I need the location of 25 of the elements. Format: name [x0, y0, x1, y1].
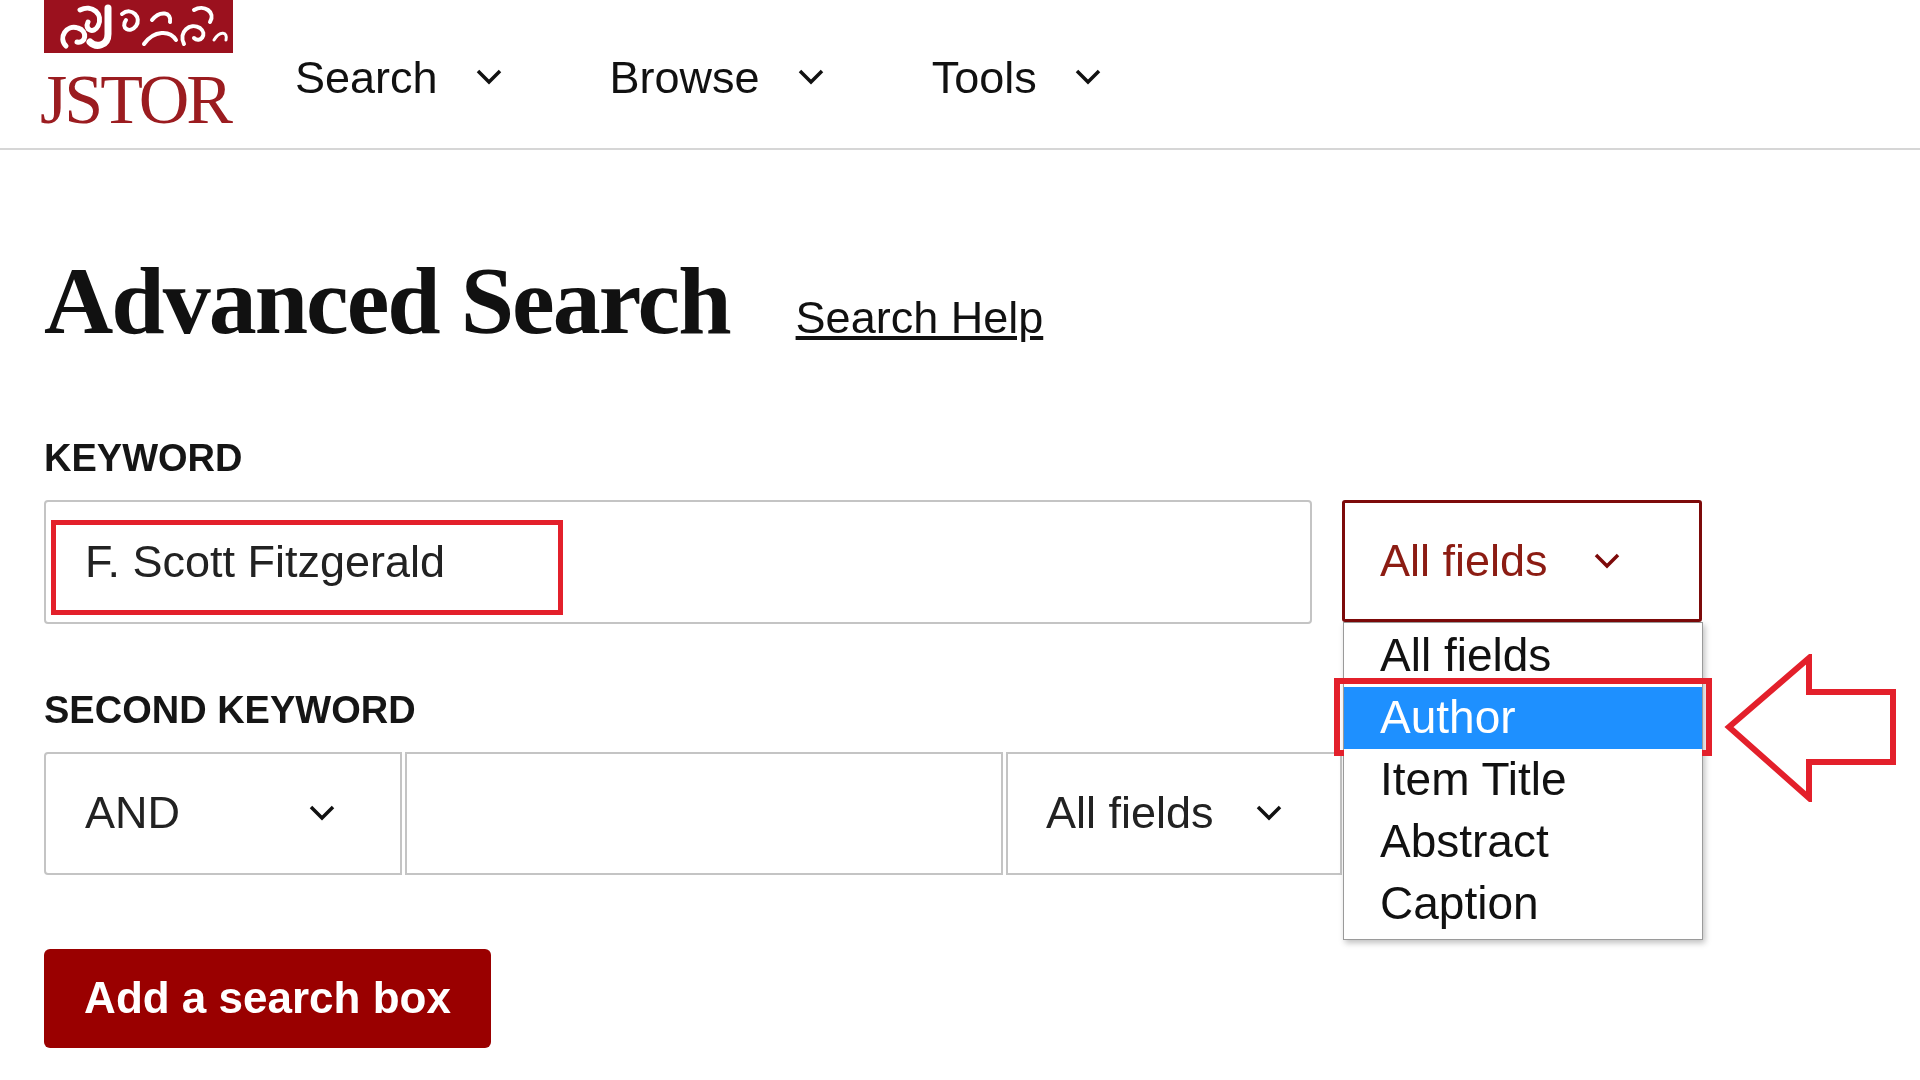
- add-search-box-button[interactable]: Add a search box: [44, 948, 491, 1048]
- field-select[interactable]: All fields: [1006, 751, 1342, 875]
- search-help-link[interactable]: Search Help: [795, 284, 1044, 352]
- chevron-down-icon: [1255, 805, 1282, 821]
- logo-wordmark[interactable]: JSTOR: [40, 65, 230, 135]
- chevron-down-icon: [1074, 69, 1101, 85]
- chevron-down-icon: [309, 805, 335, 821]
- chevron-down-icon: [1593, 552, 1620, 569]
- nav-menu-button[interactable]: Browse: [609, 47, 824, 107]
- dropdown-option[interactable]: Item Title: [1344, 748, 1702, 811]
- operator-select[interactable]: AND: [44, 751, 402, 875]
- nav-menu-button[interactable]: Search: [295, 47, 502, 107]
- keyword-input[interactable]: F. Scott Fitzgerald: [44, 499, 1312, 624]
- field-select[interactable]: All fields: [1342, 499, 1702, 622]
- chevron-down-icon: [475, 69, 502, 85]
- chevron-down-icon: [797, 69, 824, 85]
- page-title: Advanced Search: [44, 253, 730, 349]
- second-keyword-input[interactable]: [405, 751, 1003, 875]
- nav-menu-button[interactable]: Tools: [931, 47, 1101, 107]
- dropdown-option[interactable]: All fields: [1344, 624, 1702, 687]
- dropdown-option[interactable]: Abstract: [1344, 810, 1702, 873]
- second-keyword-label: SECOND KEYWORD: [44, 687, 416, 733]
- logo-emblem-icon: [44, 0, 233, 53]
- dropdown-option[interactable]: Caption: [1344, 872, 1702, 935]
- keyword-label: KEYWORD: [44, 435, 243, 481]
